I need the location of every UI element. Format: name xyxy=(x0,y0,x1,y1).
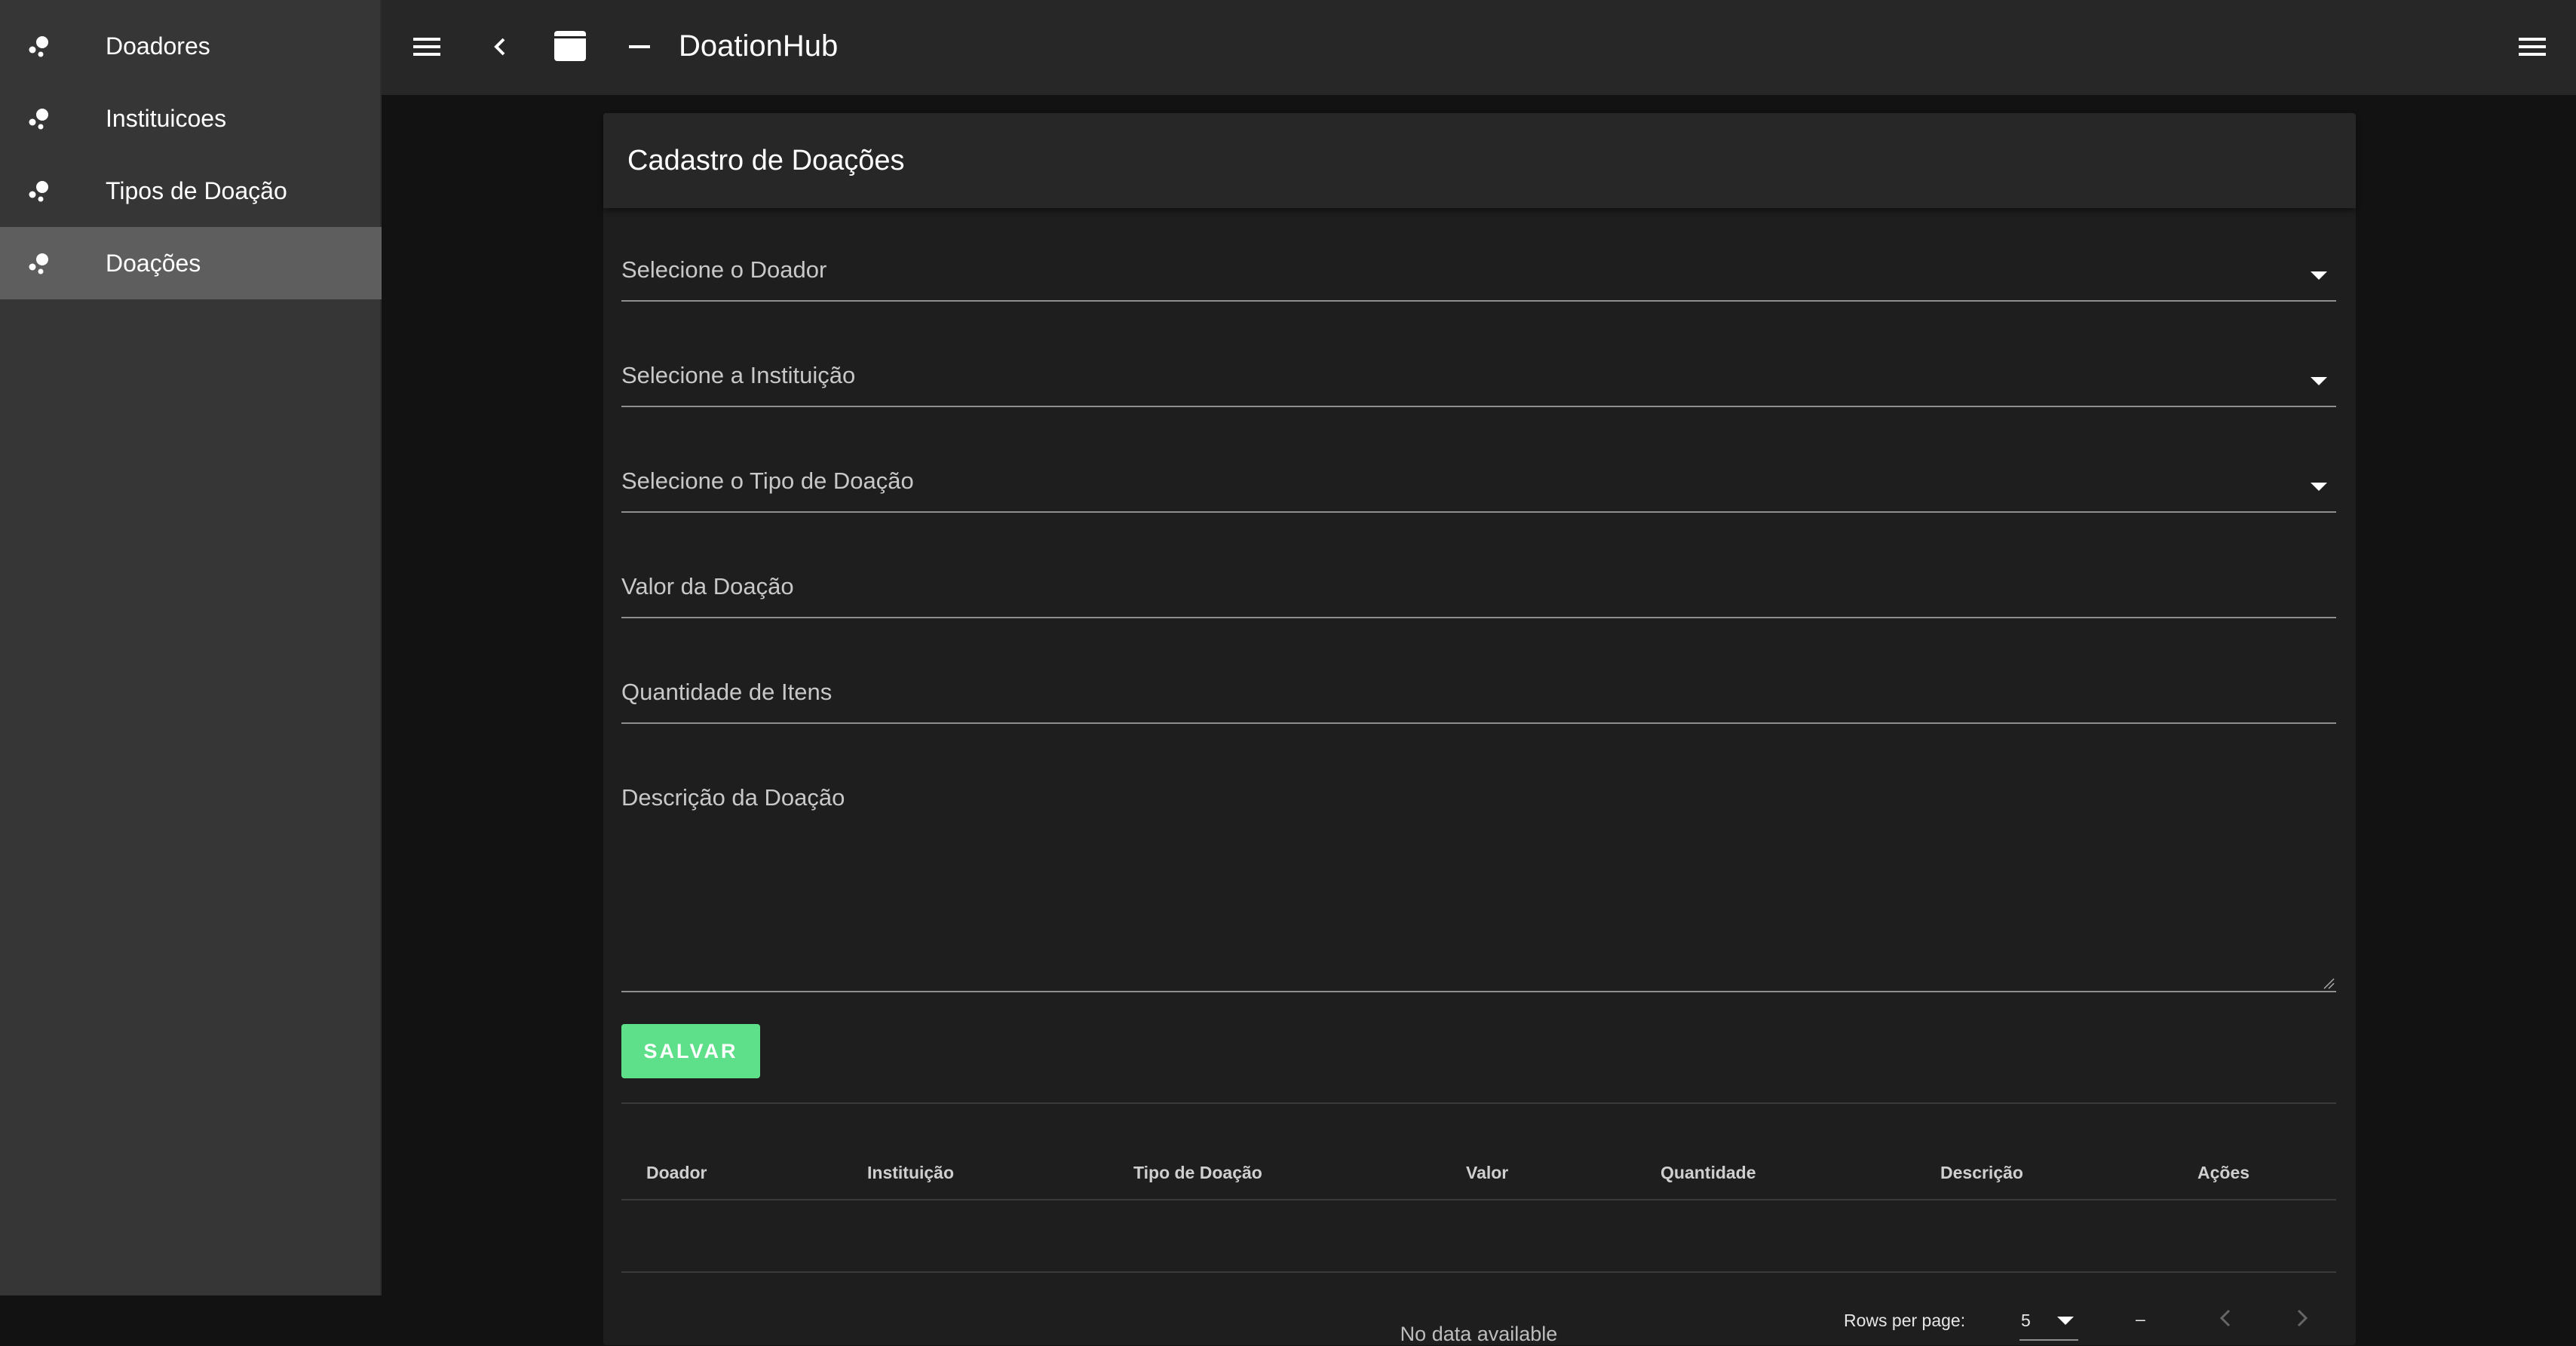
sidebar-item-tipos-de-doacao[interactable]: Tipos de Doação xyxy=(0,155,382,227)
sidebar-item-label: Doadores xyxy=(106,32,210,60)
page-title: Cadastro de Doações xyxy=(627,145,905,176)
minimize-icon[interactable] xyxy=(624,33,655,60)
table-header-descricao[interactable]: Descrição xyxy=(1940,1163,2023,1183)
quantidade-input-label: Quantidade de Itens xyxy=(621,679,833,705)
tipo-doacao-select[interactable]: Selecione o Tipo de Doação xyxy=(621,468,2336,513)
save-button[interactable]: SALVAR xyxy=(621,1024,760,1078)
divider xyxy=(621,1102,2336,1104)
table-header-instituicao[interactable]: Instituição xyxy=(867,1163,954,1183)
sidebar-item-doacoes[interactable]: Doações xyxy=(0,227,382,299)
table-header-divider xyxy=(621,1199,2336,1200)
rows-per-page-value: 5 xyxy=(2021,1311,2031,1330)
quantidade-input[interactable]: Quantidade de Itens xyxy=(621,679,2336,724)
sidebar-item-label: Doações xyxy=(106,250,201,277)
chevron-down-icon xyxy=(2311,271,2327,280)
tipo-doacao-select-label: Selecione o Tipo de Doação xyxy=(621,468,914,494)
bubbles-icon xyxy=(29,181,48,202)
chevron-left-icon[interactable] xyxy=(486,33,516,60)
rows-per-page-select[interactable]: 5 xyxy=(2019,1298,2078,1341)
chevron-right-icon[interactable] xyxy=(2288,1305,2315,1332)
app-title: DoationHub xyxy=(679,29,839,63)
instituicao-select-label: Selecione a Instituição xyxy=(621,362,856,388)
table-header-doador[interactable]: Doador xyxy=(646,1163,707,1183)
rows-per-page-label: Rows per page: xyxy=(1844,1311,1966,1330)
chevron-down-icon xyxy=(2311,483,2327,491)
card-header: Cadastro de Doações xyxy=(603,113,2356,208)
pagination-range: – xyxy=(2136,1309,2145,1329)
sidebar-item-label: Instituicoes xyxy=(106,105,227,132)
donation-form-card: Cadastro de Doações Selecione o Doador S… xyxy=(603,113,2356,1345)
table-header-acoes: Ações xyxy=(2197,1163,2250,1182)
descricao-textarea[interactable]: Descrição da Doação xyxy=(621,784,2336,992)
sidebar: Doadores Instituicoes Tipos de Doação Do… xyxy=(0,0,382,1295)
app-bar: DoationHub xyxy=(382,0,2576,95)
table-footer-divider xyxy=(621,1271,2336,1273)
instituicao-select[interactable]: Selecione a Instituição xyxy=(621,362,2336,407)
sidebar-item-instituicoes[interactable]: Instituicoes xyxy=(0,82,382,155)
table-header-quantidade[interactable]: Quantidade xyxy=(1661,1163,1756,1183)
chevron-down-icon xyxy=(2057,1317,2074,1325)
sidebar-item-doadores[interactable]: Doadores xyxy=(0,10,382,82)
valor-input[interactable]: Valor da Doação xyxy=(621,573,2336,618)
menu-icon[interactable] xyxy=(2517,33,2547,60)
chevron-left-icon[interactable] xyxy=(2213,1305,2240,1332)
table-empty-message: No data available xyxy=(1400,1323,1558,1345)
descricao-textarea-label: Descrição da Doação xyxy=(621,784,845,811)
resize-handle-icon[interactable] xyxy=(2323,977,2335,989)
table-header-valor[interactable]: Valor xyxy=(1466,1163,1508,1183)
sidebar-item-label: Tipos de Doação xyxy=(106,177,287,204)
bubbles-icon xyxy=(29,36,48,57)
window-icon[interactable] xyxy=(552,29,588,63)
doador-select[interactable]: Selecione o Doador xyxy=(621,256,2336,302)
chevron-down-icon xyxy=(2311,377,2327,385)
bubbles-icon xyxy=(29,253,48,274)
doador-select-label: Selecione o Doador xyxy=(621,256,827,283)
menu-icon[interactable] xyxy=(412,33,442,60)
valor-input-label: Valor da Doação xyxy=(621,573,794,599)
table-header-tipo[interactable]: Tipo de Doação xyxy=(1133,1163,1262,1183)
bubbles-icon xyxy=(29,109,48,130)
